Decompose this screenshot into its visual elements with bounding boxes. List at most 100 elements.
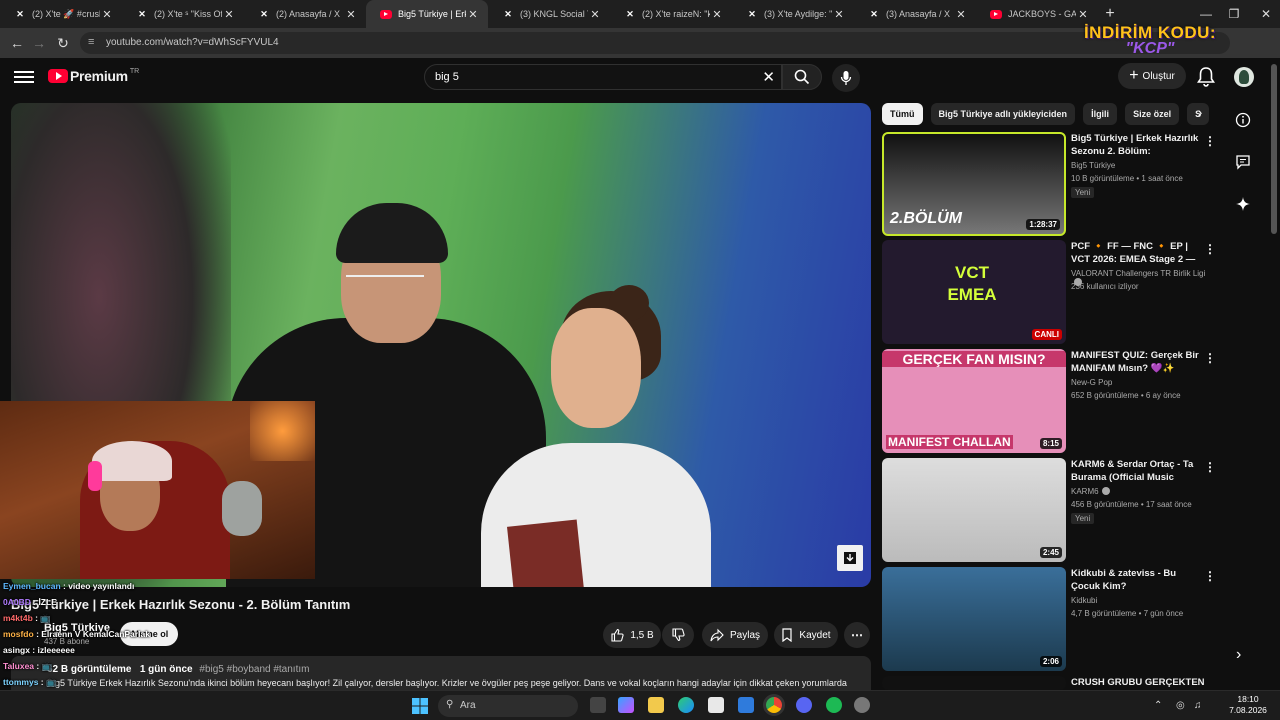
close-tab-icon[interactable]: ✕	[100, 8, 114, 21]
close-tab-icon[interactable]: ✕	[832, 8, 846, 21]
edge-icon[interactable]	[678, 697, 694, 713]
close-tab-icon[interactable]: ✕	[466, 8, 480, 21]
recommended-video[interactable]: 2:06 Kidkubi & zateviss - Bu Çocuk Kim? Ki…	[882, 567, 1216, 671]
channel-watermark-icon[interactable]	[837, 545, 863, 571]
recommended-title[interactable]: KARM6 & Serdar Ortaç - Ta Burama (Offici…	[1071, 458, 1205, 484]
more-options-icon[interactable]: ⋮	[1204, 242, 1216, 256]
video-thumbnail[interactable]: 2:06	[882, 567, 1066, 671]
browser-tab[interactable]: Big5 Türkiye | Erkek H✕	[366, 0, 488, 28]
dislike-button[interactable]	[662, 622, 694, 648]
taskbar-search[interactable]: ⚲ Ara	[438, 695, 578, 717]
more-options-icon[interactable]: ⋮	[1204, 569, 1216, 583]
next-arrow-icon[interactable]: ›	[1236, 646, 1241, 664]
chat-icon[interactable]	[1228, 150, 1258, 174]
create-button[interactable]: + Oluştur	[1118, 63, 1186, 89]
task-view-icon[interactable]	[590, 697, 606, 713]
share-label: Paylaş	[729, 629, 760, 641]
info-icon[interactable]	[1228, 108, 1258, 132]
recommended-channel[interactable]: Kidkubi	[1071, 596, 1097, 605]
recommended-title[interactable]: Big5 Türkiye | Erkek Hazırlık Sezonu 2. …	[1071, 132, 1205, 158]
url-text: youtube.com/watch?v=dWhScFYVUL4	[106, 37, 279, 48]
recommended-video[interactable]: GERÇEK FAN MISIN? MANIFEST CHALLAN 8:15 MAN…	[882, 349, 1216, 453]
close-tab-icon[interactable]: ✕	[222, 8, 236, 21]
video-shirt-print	[507, 519, 585, 587]
video-thumbnail[interactable]: 2.BÖLÜM 1:28:37	[882, 132, 1066, 236]
system-clock[interactable]: 18:10 7.08.2026	[1218, 694, 1278, 716]
page-scrollbar[interactable]	[1271, 64, 1277, 234]
like-count: 1,5 B	[630, 629, 654, 641]
chips-next-arrow-icon[interactable]: ›	[1190, 104, 1210, 124]
recommended-channel[interactable]: New-G Pop	[1071, 378, 1112, 387]
browser-tab[interactable]: ✕(2) X'te ˢ "Kiss Of Life✕	[122, 0, 244, 28]
file-explorer-icon[interactable]	[648, 697, 664, 713]
recommended-title[interactable]: CRUSH GRUBU GERÇEKTEN	[1071, 676, 1205, 689]
spotify-icon[interactable]	[826, 697, 842, 713]
save-button[interactable]: Kaydet	[774, 622, 838, 648]
close-tab-icon[interactable]: ✕	[344, 8, 358, 21]
recommended-title[interactable]: PCF 🔸 FF — FNC 🔸 EP | VCT 2026: EMEA Sta…	[1071, 240, 1205, 266]
tray-overflow-icon[interactable]: ⌃	[1154, 700, 1162, 711]
network-icon[interactable]: ◎	[1176, 700, 1185, 711]
close-tab-icon[interactable]: ✕	[710, 8, 724, 21]
chrome-icon[interactable]	[766, 697, 782, 713]
recommended-title[interactable]: Kidkubi & zateviss - Bu Çocuk Kim?	[1071, 567, 1205, 593]
site-info-icon[interactable]: ≡	[88, 36, 94, 48]
video-thumbnail[interactable]: 2:45	[882, 458, 1066, 562]
recommended-video[interactable]: VCT EMEA CANLI PCF 🔸 FF — FNC 🔸 EP | VCT 2…	[882, 240, 1216, 344]
volume-icon[interactable]: ♫	[1194, 700, 1202, 711]
close-tab-icon[interactable]: ✕	[1076, 8, 1090, 21]
like-button[interactable]: 1,5 B	[603, 622, 661, 648]
store-icon[interactable]	[708, 697, 724, 713]
menu-icon[interactable]	[14, 68, 34, 86]
recommended-video[interactable]: CRUSH GRUBU GERÇEKTEN	[882, 676, 1212, 690]
url-field[interactable]: ≡ youtube.com/watch?v=dWhScFYVUL4	[80, 32, 1230, 54]
browser-tab[interactable]: ✕ (2) Anasayfa / X ✕	[244, 0, 366, 28]
more-actions-button[interactable]: ⋯	[844, 622, 870, 648]
chat-message: mosfdo : Elraenn V KemalCanParlak	[3, 626, 363, 642]
filter-chip[interactable]: Tümü	[882, 103, 923, 125]
youtube-logo[interactable]: Premium TR	[48, 68, 139, 84]
filter-chip[interactable]: Size özel	[1125, 103, 1180, 125]
recommended-video[interactable]: 2.BÖLÜM 1:28:37 Big5 Türkiye | Erkek Hazır…	[882, 132, 1216, 236]
search-input[interactable]: big 5 ✕	[424, 64, 782, 90]
sparkle-icon[interactable]	[1228, 192, 1258, 216]
copilot-icon[interactable]	[618, 697, 634, 713]
video-thumbnail[interactable]	[882, 676, 1066, 690]
browser-tab[interactable]: ✕(3) X'te Aydilge: "Crus✕	[732, 0, 854, 28]
x-icon: ✕	[626, 8, 634, 19]
voice-search-button[interactable]	[832, 64, 860, 92]
browser-tab[interactable]: ✕ (3) Anasayfa / X ✕	[854, 0, 976, 28]
search-button[interactable]	[782, 64, 822, 90]
clear-search-icon[interactable]: ✕	[762, 68, 775, 86]
recommended-video[interactable]: 2:45 KARM6 & Serdar Ortaç - Ta Burama (Of…	[882, 458, 1216, 562]
close-tab-icon[interactable]: ✕	[954, 8, 968, 21]
account-avatar[interactable]	[1234, 67, 1254, 87]
video-thumbnail[interactable]: GERÇEK FAN MISIN? MANIFEST CHALLAN 8:15	[882, 349, 1066, 453]
recommended-title[interactable]: MANIFEST QUIZ: Gerçek Bir MANIFAM Mısın?…	[1071, 349, 1205, 375]
close-window-button[interactable]: ✕	[1248, 0, 1280, 28]
obs-icon[interactable]	[854, 697, 870, 713]
browser-tab[interactable]: ✕(3) KNGL Social Toplu✕	[488, 0, 610, 28]
more-options-icon[interactable]: ⋮	[1204, 460, 1216, 474]
new-tab-button[interactable]: +	[1098, 5, 1122, 23]
mail-icon[interactable]	[738, 697, 754, 713]
filter-chip[interactable]: Big5 Türkiye adlı yükleyiciden	[930, 103, 1076, 125]
share-button[interactable]: Paylaş	[702, 622, 768, 648]
back-icon[interactable]: ←	[6, 33, 28, 53]
video-thumbnail[interactable]: VCT EMEA CANLI	[882, 240, 1066, 344]
more-options-icon[interactable]: ⋮	[1204, 351, 1216, 365]
discord-icon[interactable]	[796, 697, 812, 713]
more-options-icon[interactable]: ⋮	[1204, 134, 1216, 148]
recommended-channel[interactable]: Big5 Türkiye	[1071, 161, 1115, 170]
notifications-bell-icon[interactable]	[1196, 66, 1216, 88]
browser-tab-label: (3) Anasayfa / X	[886, 9, 951, 19]
recommended-channel[interactable]: KARM6	[1071, 487, 1110, 496]
filter-chip[interactable]: İlgili	[1083, 103, 1118, 125]
chat-separator: :	[29, 645, 38, 655]
browser-tab[interactable]: ✕(2) X'te 🚀 #crush: "k✕	[0, 0, 122, 28]
browser-tab[interactable]: ✕(2) X'te raizeN: "kp" p✕	[610, 0, 732, 28]
close-tab-icon[interactable]: ✕	[588, 8, 602, 21]
forward-icon[interactable]: →	[28, 33, 50, 53]
reload-icon[interactable]: ↻	[52, 33, 74, 53]
windows-start-icon[interactable]	[412, 698, 428, 714]
